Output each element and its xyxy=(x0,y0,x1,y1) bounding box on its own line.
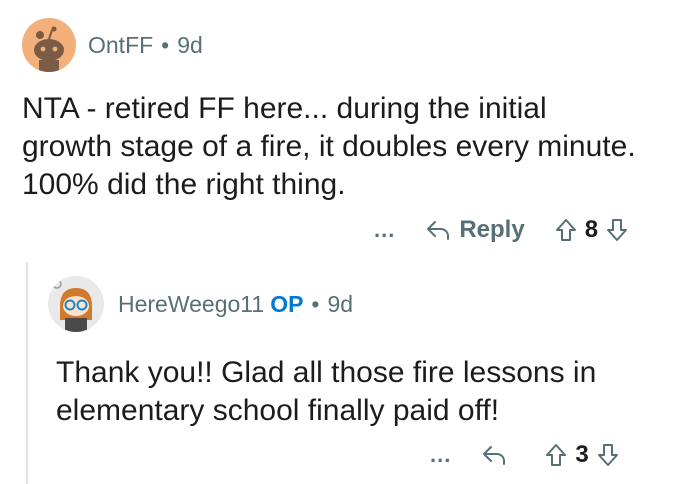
more-options-button[interactable]: ... xyxy=(430,442,451,468)
comment-1-actions: ... Reply 8 xyxy=(374,216,628,244)
comment-2-header: HereWeego11 OP • 9d xyxy=(48,276,353,332)
comment-age: 9d xyxy=(327,290,354,317)
more-options-button[interactable]: ... xyxy=(374,217,395,243)
reply-arrow-icon xyxy=(427,221,450,240)
avatar[interactable] xyxy=(22,18,76,72)
comment-age: 9d xyxy=(177,31,203,58)
upvote-arrow-icon[interactable] xyxy=(555,218,577,242)
vote-score: 3 xyxy=(575,441,589,468)
vote-controls: 3 xyxy=(545,441,618,469)
comment-body: Thank you!! Glad all those fire lessons … xyxy=(56,356,597,427)
username[interactable]: HereWeego11 xyxy=(118,291,264,318)
reply-arrow-icon xyxy=(483,446,506,465)
separator-dot: • xyxy=(161,31,170,58)
separator-dot: • xyxy=(311,290,320,317)
username[interactable]: OntFF xyxy=(88,32,153,59)
comment-2-actions: ... 3 xyxy=(430,441,619,469)
reply-button[interactable] xyxy=(481,444,515,466)
vote-score: 8 xyxy=(584,216,599,243)
reply-label: Reply xyxy=(459,216,525,243)
vote-controls: 8 xyxy=(555,216,628,244)
comment-1-header: OntFF • 9d xyxy=(22,18,203,72)
reply-button[interactable]: Reply xyxy=(425,216,525,244)
thread-line[interactable] xyxy=(26,262,28,484)
op-badge: OP xyxy=(270,290,304,317)
avatar[interactable] xyxy=(48,276,104,332)
snoo-avatar-icon xyxy=(48,276,104,332)
snoo-avatar-icon xyxy=(22,18,76,72)
downvote-arrow-icon[interactable] xyxy=(606,218,628,242)
comment-body: NTA - retired FF here... during the init… xyxy=(22,92,636,201)
upvote-arrow-icon[interactable] xyxy=(545,443,567,467)
downvote-arrow-icon[interactable] xyxy=(597,443,619,467)
